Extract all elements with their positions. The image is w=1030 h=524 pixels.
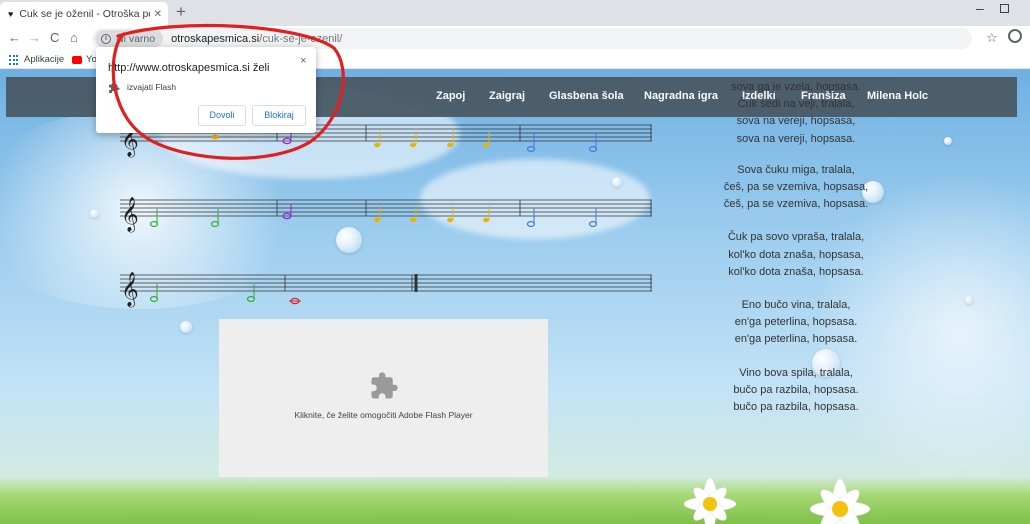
close-icon[interactable]: × xyxy=(300,55,306,67)
allow-button[interactable]: Dovoli xyxy=(198,105,246,126)
reload-icon[interactable]: C xyxy=(50,30,59,46)
treble-clef-icon: 𝄞 xyxy=(121,272,139,308)
puzzle-piece-icon xyxy=(371,372,398,399)
lyric-line: en'ga peterlina, hopsasa. xyxy=(734,316,858,329)
background-bubble xyxy=(965,296,973,304)
background-bubble xyxy=(180,321,192,333)
youtube-icon[interactable] xyxy=(72,56,82,64)
maximize-window-button[interactable] xyxy=(1000,4,1009,13)
close-tab-icon[interactable]: ✕ xyxy=(154,9,162,20)
lyric-line: bučo pa razbila, hopsasa. xyxy=(733,383,859,396)
puzzle-piece-icon xyxy=(109,82,120,93)
lyric-line: sova na vereji, hopsasa, xyxy=(736,115,856,128)
lyric-line: bučo pa razbila, hopsasa. xyxy=(733,401,859,414)
page-viewport: Zapoj Zaigraj Glasbena šola Nagradna igr… xyxy=(0,69,1030,524)
lyric-line: Sova čuku miga, tralala, xyxy=(737,163,855,176)
flash-enable-message[interactable]: Kliknite, če želite omogočiti Adobe Flas… xyxy=(219,410,548,420)
dialog-description: izvajati Flash xyxy=(127,82,177,92)
address-bar[interactable]: i Ni varno otroskapesmica.si/cuk-se-je-o… xyxy=(92,28,972,49)
lyric-line: češ, pa se vzemiva, hopsasa. xyxy=(723,198,869,211)
lyrics-stanza: Eno bučo vina, tralala, en'ga peterlina,… xyxy=(696,297,896,349)
tab-title: Cuk se je oženil - Otroška pesmic xyxy=(19,8,149,20)
home-icon[interactable]: ⌂ xyxy=(70,30,78,46)
daisy-flowers xyxy=(683,477,871,524)
lyrics-stanza: Čuk pa sovo vpraša, tralala, kol'ko dota… xyxy=(696,229,896,281)
lyric-line: sova na vereji, hopsasa. xyxy=(736,132,856,145)
lyrics-stanza: Vino bova spila, tralala, bučo pa razbil… xyxy=(696,365,896,417)
heart-favicon-icon: ♥ xyxy=(8,9,14,19)
lyric-line: kol'ko dota znaša, hopsasa, xyxy=(728,248,864,261)
lyrics-stanza: sova ga je vzela, hopsasa. Čuk sedi na v… xyxy=(696,79,896,148)
lyric-line: kol'ko dota znaša, hopsasa. xyxy=(728,265,864,278)
apps-grid-icon[interactable] xyxy=(9,55,19,65)
browser-tab[interactable]: ♥ Cuk se je oženil - Otroška pesmic ✕ xyxy=(0,2,168,26)
flash-plugin-placeholder[interactable]: Kliknite, če želite omogočiti Adobe Flas… xyxy=(219,319,548,477)
tab-strip: ♥ Cuk se je oženil - Otroška pesmic ✕ + … xyxy=(0,0,1030,26)
site-info-chip[interactable]: i Ni varno xyxy=(95,30,164,47)
staff-3 xyxy=(120,274,652,292)
back-arrow-icon[interactable]: ← xyxy=(8,30,21,46)
block-button[interactable]: Blokiraj xyxy=(252,105,306,126)
dialog-title: http://www.otroskapesmica.si želi xyxy=(108,62,270,74)
flash-permission-dialog: http://www.otroskapesmica.si želi × izva… xyxy=(96,47,316,133)
lyric-line: en'ga peterlina, hopsasa. xyxy=(734,333,858,346)
new-tab-button[interactable]: + xyxy=(176,2,186,22)
song-lyrics: sova ga je vzela, hopsasa. Čuk sedi na v… xyxy=(696,79,896,432)
url-path: /cuk-se-je-ozenil/ xyxy=(259,32,343,45)
note-row-2 xyxy=(149,204,598,228)
minimize-window-button[interactable]: – xyxy=(976,0,984,16)
info-icon: i xyxy=(101,33,111,44)
bookmark-star-icon[interactable]: ☆ xyxy=(986,30,998,46)
url-host: otroskapesmica.si xyxy=(171,32,260,45)
treble-clef-icon: 𝄞 xyxy=(121,197,139,233)
background-bubble xyxy=(944,137,952,145)
forward-arrow-icon[interactable]: → xyxy=(28,30,41,46)
staff-2 xyxy=(120,199,652,217)
lyric-line: sova ga je vzela, hopsasa. xyxy=(731,81,861,93)
lyric-line: Čuk sedi na veji, tralala, xyxy=(737,98,855,111)
profile-avatar-icon[interactable] xyxy=(1008,29,1022,43)
security-label: Ni varno xyxy=(116,32,156,45)
lyric-line: Vino bova spila, tralala, xyxy=(739,366,853,379)
lyric-line: Eno bučo vina, tralala, xyxy=(741,299,851,312)
lyric-line: Čuk pa sovo vpraša, tralala, xyxy=(727,231,865,244)
bookmark-apps[interactable]: Aplikacije xyxy=(24,54,64,65)
lyrics-stanza: Sova čuku miga, tralala, češ, pa se vzem… xyxy=(696,162,896,214)
lyric-line: češ, pa se vzemiva, hopsasa, xyxy=(723,181,869,194)
